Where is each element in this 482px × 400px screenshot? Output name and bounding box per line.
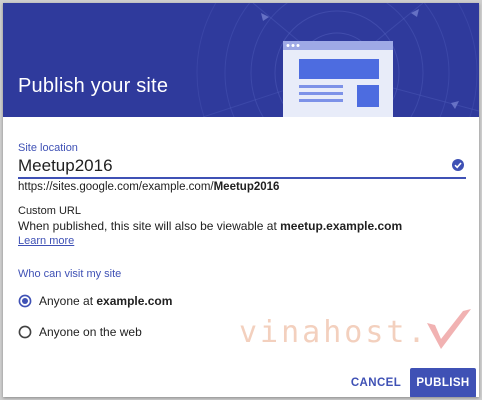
radio-option-domain-value: example.com: [96, 294, 173, 308]
cancel-button[interactable]: CANCEL: [348, 368, 404, 397]
custom-url-domain: meetup.example.com: [280, 219, 403, 233]
publish-button[interactable]: PUBLISH: [410, 368, 476, 397]
radio-option-web-label: Anyone on the web: [39, 325, 142, 339]
site-location-input[interactable]: Meetup2016: [18, 155, 466, 179]
radio-selected-icon[interactable]: [18, 294, 32, 308]
site-location-label: Site location: [18, 142, 78, 154]
check-circle-icon: [452, 159, 464, 171]
site-url-prefix: https://sites.google.com/example.com/: [18, 181, 214, 193]
site-url-name: Meetup2016: [213, 181, 280, 193]
learn-more-link[interactable]: Learn more: [18, 235, 74, 247]
watermark-check-icon: [427, 309, 471, 349]
visibility-label: Who can visit my site: [18, 268, 122, 280]
watermark-text: vinahost.: [239, 315, 429, 350]
custom-url-label: Custom URL: [18, 205, 81, 217]
radio-option-domain-prefix: Anyone at: [39, 294, 97, 308]
dialog-header: Publish your site: [3, 3, 479, 117]
custom-url-description: When published, this site will also be v…: [18, 219, 402, 233]
radio-unselected-icon[interactable]: [18, 325, 32, 339]
dialog-title: Publish your site: [18, 75, 169, 97]
radio-option-domain-label: Anyone at example.com: [39, 294, 172, 308]
custom-url-text: When published, this site will also be v…: [18, 219, 281, 233]
publish-dialog: Publish your site Site location Meetup20…: [3, 3, 479, 397]
site-url-preview: https://sites.google.com/example.com/Mee…: [18, 181, 279, 193]
site-location-value[interactable]: Meetup2016: [18, 156, 113, 176]
header-illustration: [196, 3, 479, 117]
